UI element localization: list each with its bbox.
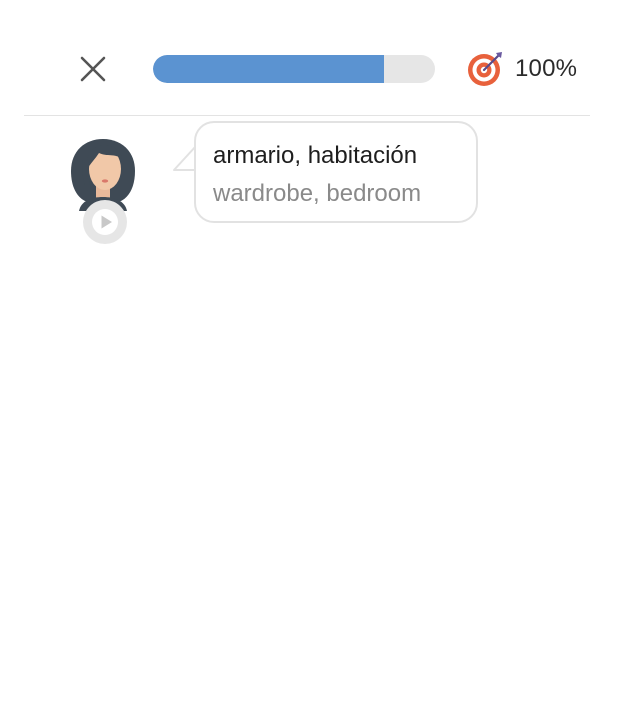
target-icon (468, 52, 502, 86)
phrase-text: armario, habitación (213, 142, 418, 169)
daily-goal: 100% (466, 50, 577, 88)
lesson-progress-bar (153, 55, 435, 83)
lesson-progress-fill (153, 55, 385, 83)
top-bar: 100% (0, 0, 619, 116)
speech-bubble: armario, habitación wardrobe, bedroom (194, 121, 478, 223)
play-icon (92, 209, 118, 235)
close-icon (80, 56, 106, 82)
close-button[interactable] (74, 50, 112, 88)
header-divider (24, 115, 590, 116)
goal-percent: 100% (515, 55, 578, 82)
translation-text: wardrobe, bedroom (213, 180, 422, 207)
play-audio-button[interactable] (83, 200, 127, 244)
